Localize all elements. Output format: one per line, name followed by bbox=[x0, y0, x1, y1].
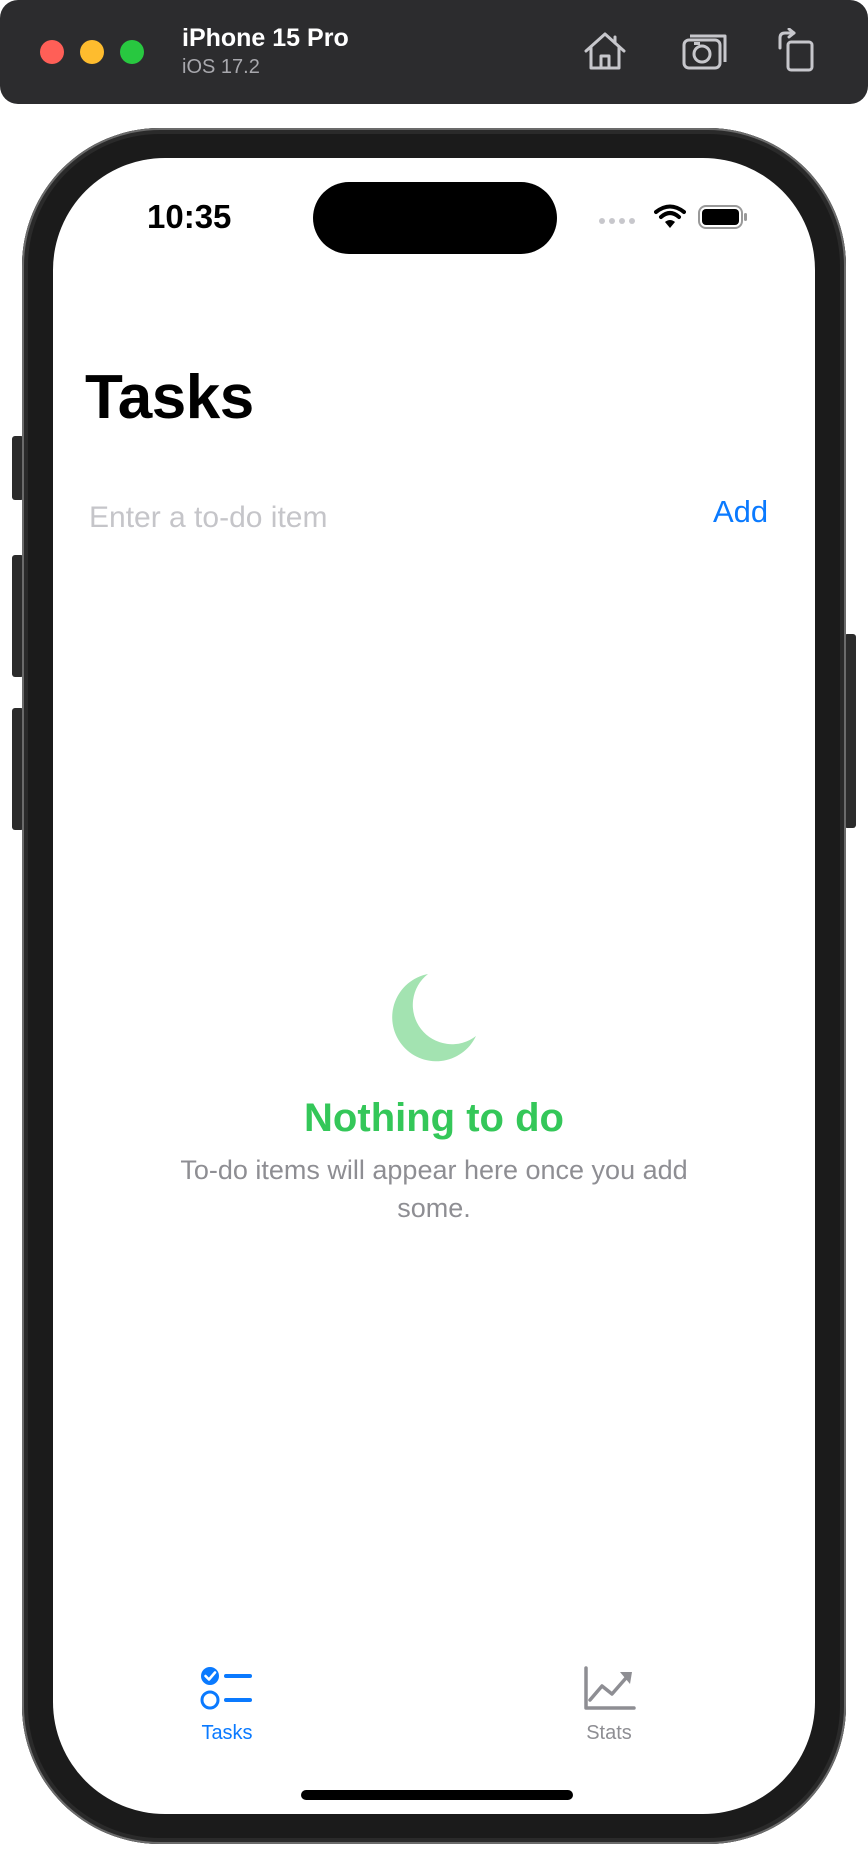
camera-icon[interactable] bbox=[681, 28, 729, 74]
tab-tasks[interactable]: Tasks bbox=[157, 1664, 297, 1754]
dynamic-island bbox=[313, 182, 557, 254]
home-indicator[interactable] bbox=[301, 1790, 573, 1800]
todo-input[interactable] bbox=[89, 488, 649, 548]
device-screen: 10:35 Tasks Add Nothing to do To-do item… bbox=[53, 158, 815, 1814]
zoom-window-button[interactable] bbox=[120, 40, 144, 64]
simulator-title-bar: iPhone 15 Pro iOS 17.2 bbox=[0, 0, 868, 104]
chart-icon bbox=[584, 1666, 636, 1710]
add-button[interactable]: Add bbox=[713, 494, 768, 530]
tab-label: Tasks bbox=[201, 1722, 253, 1744]
battery-icon bbox=[698, 205, 747, 229]
checklist-icon bbox=[200, 1667, 252, 1710]
tab-label: Stats bbox=[586, 1722, 632, 1744]
empty-state-description: To-do items will appear here once you ad… bbox=[180, 1155, 688, 1223]
cellular-signal-icon bbox=[599, 218, 635, 224]
status-time: 10:35 bbox=[147, 198, 232, 235]
status-icons bbox=[598, 204, 768, 234]
page-title: Tasks bbox=[85, 363, 254, 432]
minimize-window-button[interactable] bbox=[80, 40, 104, 64]
device-name: iPhone 15 Pro bbox=[182, 24, 349, 52]
empty-state-title: Nothing to do bbox=[304, 1096, 564, 1140]
rotate-icon[interactable] bbox=[772, 27, 820, 74]
moon-icon bbox=[392, 974, 476, 1062]
wifi-icon bbox=[654, 204, 686, 228]
tab-stats[interactable]: Stats bbox=[539, 1664, 679, 1754]
home-icon[interactable] bbox=[581, 28, 629, 74]
empty-state: Nothing to do To-do items will appear he… bbox=[53, 970, 815, 1227]
os-version: iOS 17.2 bbox=[182, 56, 260, 78]
close-window-button[interactable] bbox=[40, 40, 64, 64]
